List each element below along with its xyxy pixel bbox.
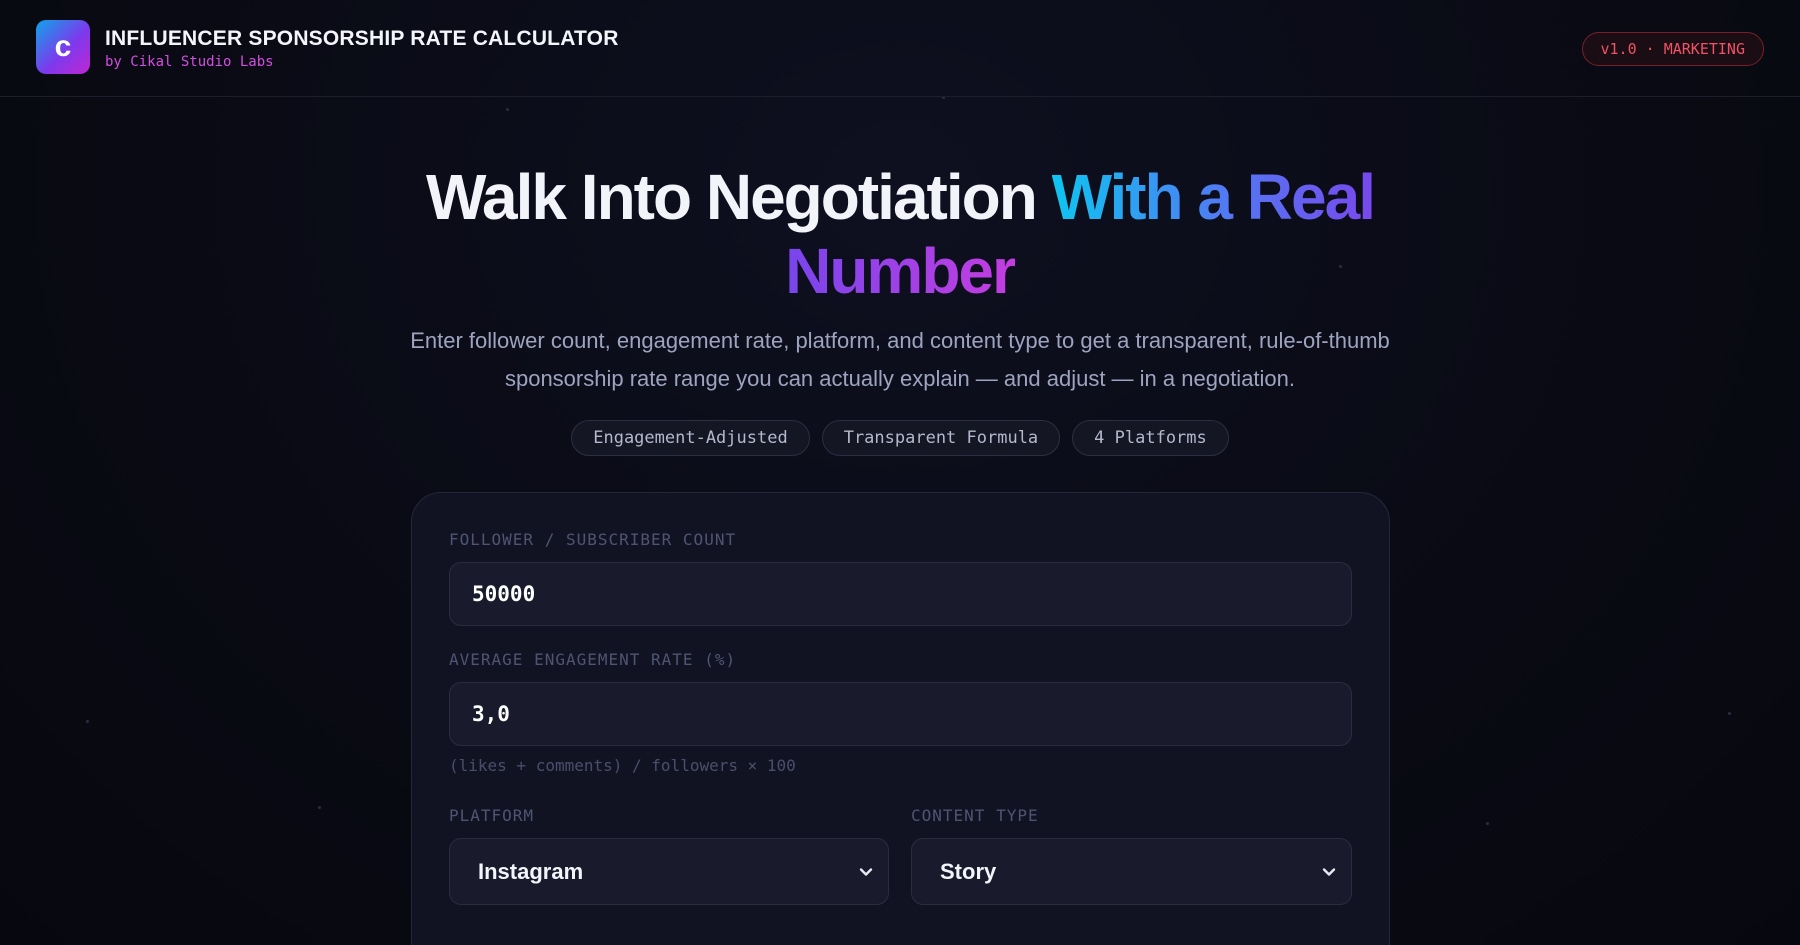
platform-selected-value: Instagram	[478, 858, 584, 884]
tag-engagement-adjusted: Engagement-Adjusted	[571, 420, 810, 456]
chevron-down-icon	[1322, 867, 1336, 876]
hero-description-line-1: Enter follower count, engagement rate, p…	[410, 328, 1390, 353]
app-subtitle: by Cikal Studio Labs	[105, 54, 274, 70]
content-type-selected-value: Story	[940, 858, 997, 884]
followers-input[interactable]: 50000	[449, 562, 1352, 626]
background-star	[1486, 822, 1489, 825]
hero-description-line-2: sponsorship rate range you can actually …	[504, 366, 1296, 391]
content-type-select[interactable]: Story	[911, 838, 1352, 905]
calculator-card: FOLLOWER / SUBSCRIBER COUNT 50000 AVERAG…	[411, 492, 1390, 945]
feature-tags: Engagement-Adjusted Transparent Formula …	[0, 420, 1800, 456]
background-star	[86, 720, 89, 723]
hero-title: Walk Into Negotiation With a Real Number	[300, 160, 1500, 308]
top-bar: c INFLUENCER SPONSORSHIP RATE CALCULATOR…	[0, 0, 1800, 97]
hero-title-highlight-part1: With a Real	[1051, 161, 1374, 233]
engagement-input[interactable]: 3,0	[449, 682, 1352, 746]
chevron-down-icon	[859, 867, 873, 876]
engagement-label: AVERAGE ENGAGEMENT RATE (%)	[449, 650, 737, 669]
app-title: INFLUENCER SPONSORSHIP RATE CALCULATOR	[105, 27, 619, 50]
platform-label: PLATFORM	[449, 806, 535, 825]
followers-label: FOLLOWER / SUBSCRIBER COUNT	[449, 530, 737, 549]
engagement-hint: (likes + comments) / followers × 100	[449, 756, 796, 775]
hero-title-plain: Walk Into Negotiation	[426, 161, 1038, 233]
version-badge: v1.0 · MARKETING	[1581, 32, 1764, 66]
background-star	[318, 806, 321, 809]
brand-logo[interactable]: c	[36, 20, 90, 74]
content-type-label: CONTENT TYPE	[911, 806, 1039, 825]
background-star	[506, 108, 509, 111]
background-star	[1728, 712, 1731, 715]
hero-title-highlight-part2: Number	[785, 235, 1015, 307]
platform-select[interactable]: Instagram	[449, 838, 889, 905]
tag-platform-count: 4 Platforms	[1072, 420, 1229, 456]
hero-description: Enter follower count, engagement rate, p…	[350, 322, 1450, 398]
tag-transparent-formula: Transparent Formula	[821, 420, 1061, 456]
